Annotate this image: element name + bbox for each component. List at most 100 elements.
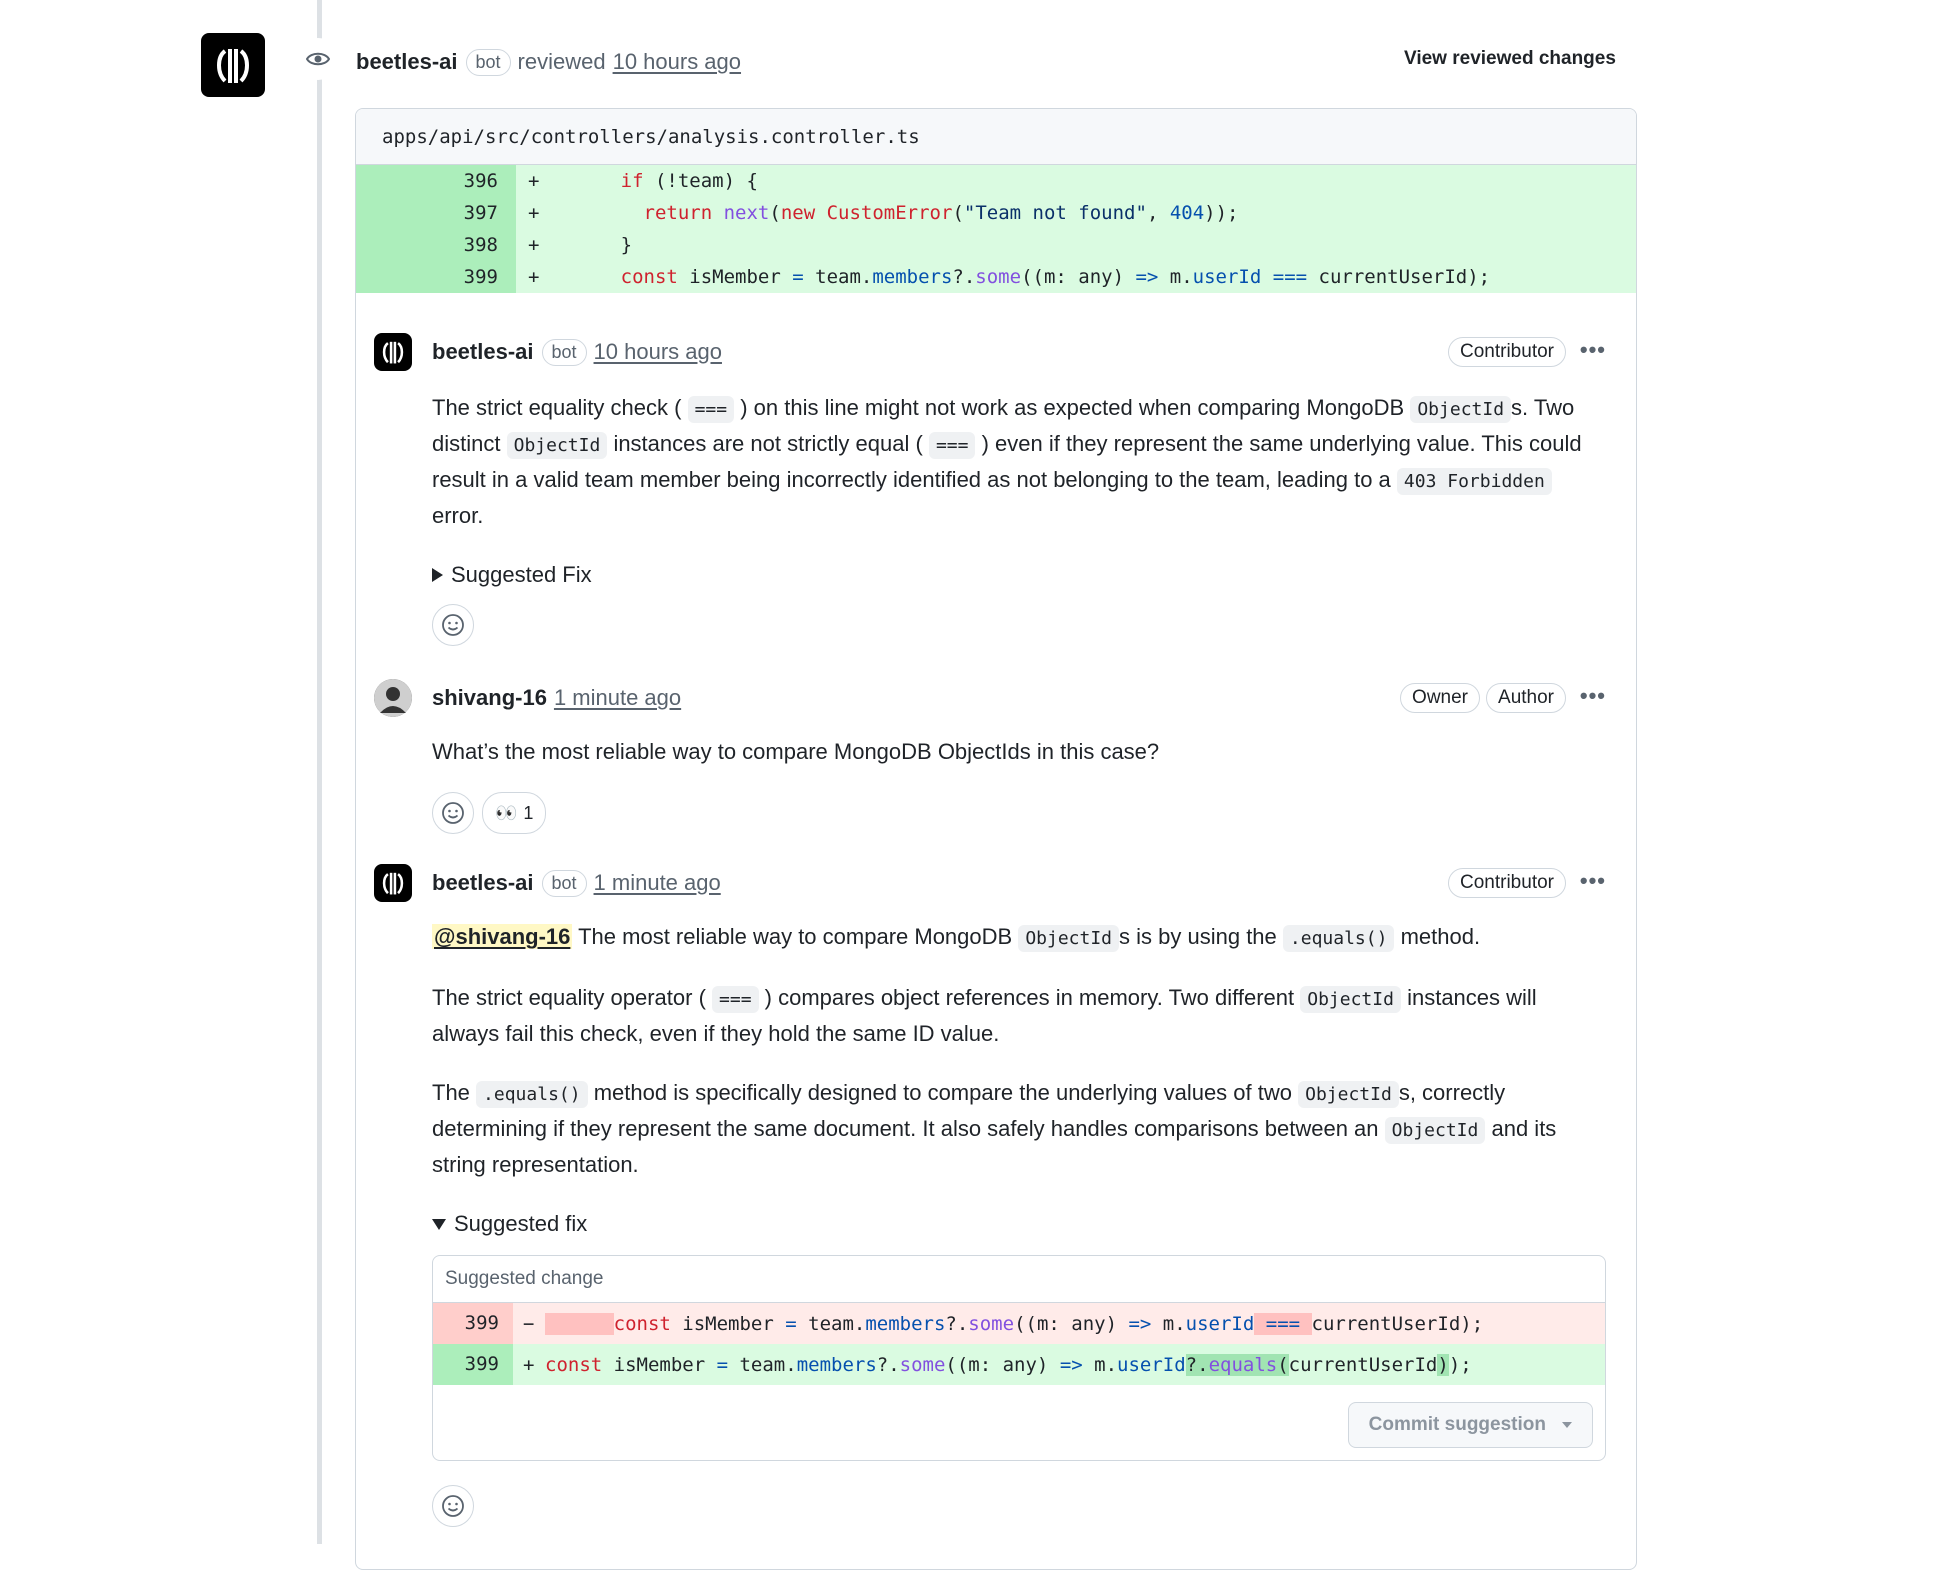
comment-author[interactable]: beetles-ai [432, 339, 534, 365]
commit-suggestion-button[interactable]: Commit suggestion [1347, 1402, 1593, 1448]
file-path[interactable]: apps/api/src/controllers/analysis.contro… [356, 109, 1636, 165]
contributor-badge: Contributor [1448, 337, 1566, 367]
inline-code: ObjectId [506, 432, 608, 459]
text: The most reliable way to compare MongoDB [578, 924, 1013, 949]
bot-badge: bot [465, 48, 511, 76]
eye-icon [297, 38, 339, 80]
deleted-line: 399− const isMember = team.members?.some… [433, 1303, 1605, 1344]
more-options-icon[interactable]: ••• [1580, 868, 1606, 894]
more-options-icon[interactable]: ••• [1580, 683, 1606, 709]
beetles-ai-avatar[interactable] [374, 333, 412, 371]
beetles-logo-icon [382, 341, 404, 364]
role-badges: Owner Author [1400, 683, 1566, 713]
add-reaction-button[interactable] [432, 604, 474, 646]
inline-code: === [928, 432, 976, 459]
added-line: 399 + const isMember = team.members?.some(… [433, 1344, 1605, 1385]
text: method is specifically designed to compa… [593, 1080, 1292, 1105]
comment-time-link[interactable]: 1 minute ago [554, 685, 681, 711]
comment-body: @shivang-16 The most reliable way to com… [432, 920, 1606, 1528]
summary-label: Suggested fix [454, 1211, 588, 1236]
comment-header: beetles-ai bot 1 minute ago [432, 864, 721, 902]
inline-code: ObjectId [1410, 396, 1512, 423]
line-number: 399 [433, 1303, 513, 1344]
diff-line: 399 + const isMember = team.members?.some… [356, 261, 1636, 293]
inline-code: .equals() [476, 1081, 588, 1108]
eyes-icon: 👀 [495, 803, 518, 823]
summary-label: Suggested Fix [451, 562, 592, 587]
review-comment: beetles-ai bot 1 minute ago Contributor … [374, 864, 1614, 1569]
code-line: const isMember = team.members?.some((m: … [545, 1353, 1472, 1376]
text: method. [1400, 924, 1481, 949]
inline-code: === [712, 986, 759, 1013]
diff-line: 396 + if (!team) { [356, 165, 1636, 197]
view-reviewed-changes-link[interactable]: View reviewed changes [1404, 48, 1616, 70]
inline-code: === [687, 396, 735, 423]
smiley-icon [442, 802, 464, 824]
text: ) compares object references in memory. … [764, 985, 1295, 1010]
inline-code: ObjectId [1298, 1081, 1399, 1108]
text: The strict equality check ( [432, 395, 682, 420]
review-action: reviewed [517, 49, 606, 74]
diff-line: 397 + return next(new CustomError("Team n… [356, 197, 1636, 229]
beetles-ai-avatar[interactable] [201, 33, 265, 97]
caret-right-icon [432, 568, 443, 582]
bot-badge: bot [541, 869, 587, 897]
comment-author[interactable]: beetles-ai [432, 870, 534, 896]
user-mention[interactable]: @shivang-16 [432, 924, 573, 949]
add-reaction-button[interactable] [432, 792, 474, 834]
text: The strict equality operator ( [432, 985, 706, 1010]
suggested-fix-toggle[interactable]: Suggested fix [432, 1207, 1602, 1241]
review-time-link[interactable]: 10 hours ago [613, 49, 741, 75]
beetles-ai-avatar[interactable] [374, 864, 412, 902]
chevron-down-icon [1562, 1422, 1572, 1428]
diff-sign: − [523, 1312, 535, 1335]
comment-author[interactable]: shivang-16 [432, 685, 547, 711]
text: error. [432, 503, 484, 528]
add-reaction-button[interactable] [432, 1485, 474, 1527]
text: The [432, 1080, 470, 1105]
review-thread: apps/api/src/controllers/analysis.contro… [355, 108, 1637, 1570]
suggested-change-title: Suggested change [433, 1256, 1605, 1303]
comment-time-link[interactable]: 1 minute ago [594, 870, 721, 896]
diff-sign: + [528, 266, 540, 288]
code-line: const isMember = team.members?.some((m: … [545, 1307, 1483, 1341]
comment-body: What’s the most reliable way to compare … [432, 735, 1602, 834]
diff-sign: + [528, 234, 540, 256]
shivang-16-avatar[interactable] [374, 679, 412, 717]
line-number[interactable]: 396 [356, 165, 516, 197]
diff-sign: + [528, 170, 540, 192]
inline-code: ObjectId [1018, 925, 1120, 952]
text: instances are not strictly equal ( [613, 431, 923, 456]
diff-sign: + [523, 1353, 535, 1376]
code-line: return next(new CustomError("Team not fo… [643, 202, 1239, 224]
more-options-icon[interactable]: ••• [1580, 337, 1606, 363]
caret-down-icon [432, 1218, 446, 1230]
role-badges: Contributor [1448, 868, 1566, 898]
suggested-fix-toggle[interactable]: Suggested Fix [432, 558, 1602, 592]
eyes-reaction[interactable]: 👀 1 [482, 792, 547, 834]
user-avatar-icon [374, 679, 412, 717]
line-number[interactable]: 399 [356, 261, 516, 293]
line-number[interactable]: 398 [356, 229, 516, 261]
comment-header: beetles-ai bot 10 hours ago [432, 333, 722, 371]
reaction-count: 1 [523, 803, 534, 823]
inline-code: 403 Forbidden [1396, 468, 1552, 495]
line-number[interactable]: 397 [356, 197, 516, 229]
diff-sign: + [528, 202, 540, 224]
diff-line: 398 + } [356, 229, 1636, 261]
inline-code: ObjectId [1300, 986, 1401, 1013]
comment-body: The strict equality check ( === ) on thi… [432, 391, 1602, 647]
review-author[interactable]: beetles-ai [356, 49, 458, 75]
review-comment: shivang-16 1 minute ago Owner Author •••… [374, 679, 1614, 834]
owner-badge: Owner [1400, 683, 1481, 713]
inline-code: ObjectId [1384, 1117, 1486, 1144]
smiley-icon [442, 1495, 464, 1517]
review-comment: beetles-ai bot 10 hours ago Contributor … [374, 333, 1614, 646]
code-line: const isMember = team.members?.some((m: … [620, 266, 1491, 288]
comment-time-link[interactable]: 10 hours ago [594, 339, 722, 365]
author-badge: Author [1486, 683, 1566, 713]
role-badges: Contributor [1448, 337, 1566, 367]
inline-code: .equals() [1282, 925, 1395, 952]
text: ) on this line might not work as expecte… [740, 395, 1405, 420]
code-line: if (!team) { [620, 170, 758, 192]
